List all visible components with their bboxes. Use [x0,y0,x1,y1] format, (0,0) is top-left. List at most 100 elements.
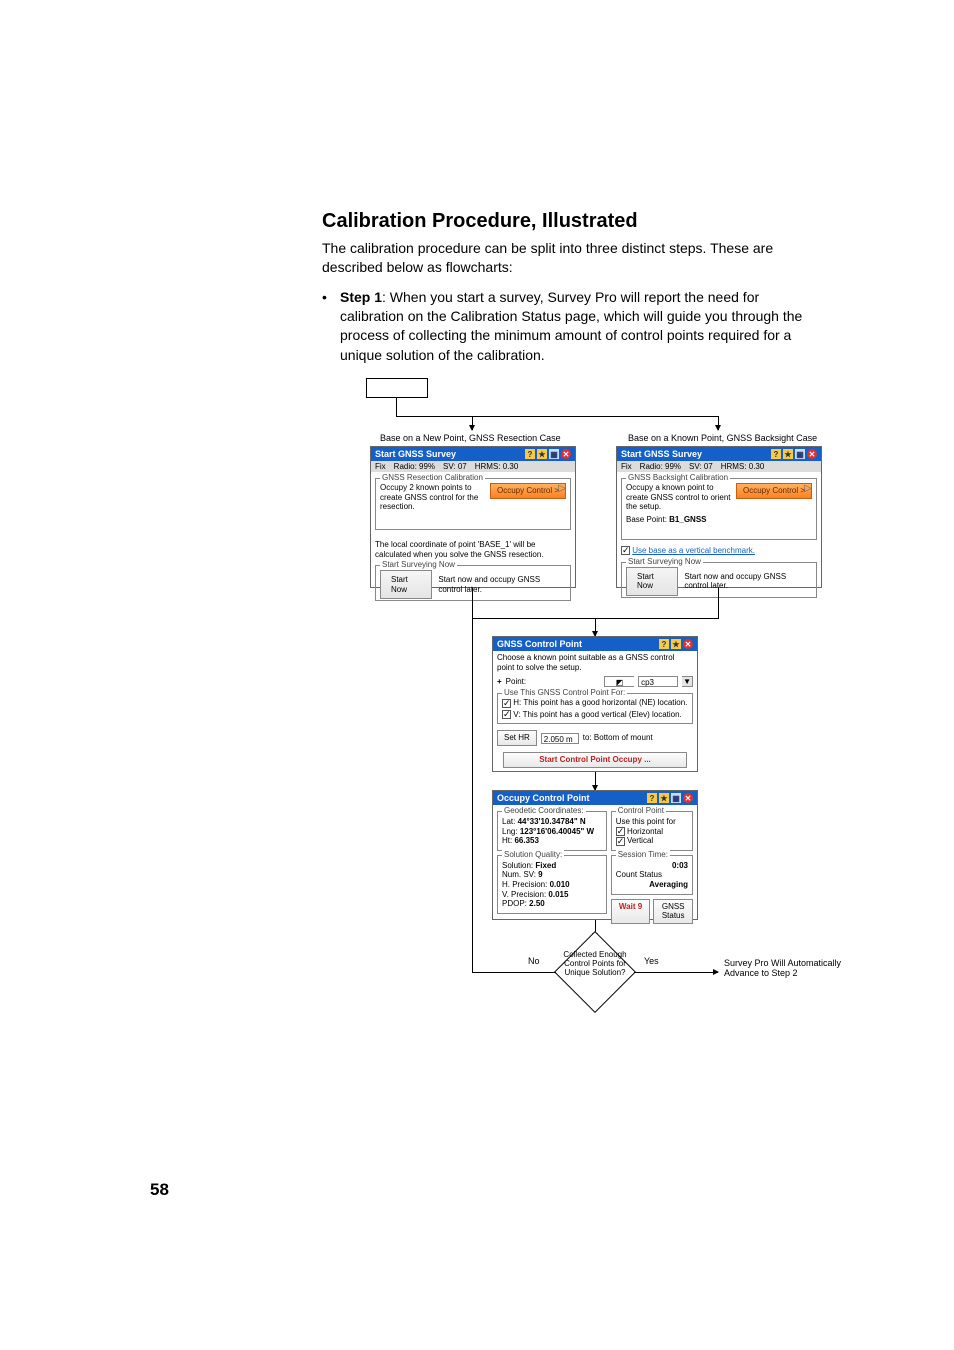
geo-legend: Geodetic Coordinates: [502,806,586,816]
app-c-titlebar: GNSS Control Point ? ★ ✕ [493,637,697,651]
chevron-icon[interactable]: ▷ [804,483,812,495]
vertical-checkbox[interactable] [616,837,625,846]
help-icon[interactable]: ? [647,793,657,803]
connector [472,588,473,618]
connector [718,588,719,618]
wait-button[interactable]: Wait 9 [611,899,651,924]
solution-legend: Solution Quality: [502,850,564,860]
occupy-control-button[interactable]: Occupy Control > [490,483,566,499]
numsv-value: 9 [538,870,542,879]
close-icon[interactable]: ✕ [683,793,693,803]
connector-arrow [634,972,718,973]
diamond-text: Collected Enough Control Points for Uniq… [555,950,635,978]
app-c-intro: Choose a known point suitable as a GNSS … [497,653,693,672]
use-point-for: Use this point for [616,817,688,827]
app-b-window: Start GNSS Survey ? ★ ▦ ✕ Fix Radio: 99%… [616,446,822,588]
hprec-label: H. Precision: [502,880,547,889]
vprec-label: V. Precision: [502,890,546,899]
lng-label: Lng: [502,827,518,836]
ht-value: 66.353 [514,836,538,845]
flowchart: Base on a New Point, GNSS Resection Case… [366,378,854,1008]
app-d-title: Occupy Control Point [497,793,590,803]
step-text: : When you start a survey, Survey Pro wi… [340,289,802,363]
yes-label: Yes [644,956,659,966]
close-icon[interactable]: ✕ [683,639,693,649]
intro-paragraph: The calibration procedure can be split i… [322,239,806,278]
session-legend: Session Time: [616,850,670,860]
star-icon[interactable]: ★ [537,449,547,459]
app-c-title: GNSS Control Point [497,639,582,649]
app-d-titlebar: Occupy Control Point ? ★ ▦ ✕ [493,791,697,805]
base-point-value: B1_GNSS [669,515,706,524]
status-fix: Fix [621,462,632,471]
app-a-title: Start GNSS Survey [375,449,456,459]
map-icon[interactable]: ▦ [549,449,559,459]
app-a-start-note: Start now and occupy GNSS control later. [438,575,566,594]
connector-arrow [472,416,473,430]
app-b-titlebar: Start GNSS Survey ? ★ ▦ ✕ [617,447,821,461]
connector-arrow [718,416,719,430]
app-b-statusbar: Fix Radio: 99% SV: 07 HRMS: 0.30 [617,461,821,472]
gnss-status-button[interactable]: GNSS Status [653,899,693,924]
help-icon[interactable]: ? [771,449,781,459]
connector-arrow [595,618,596,636]
step-label: Step 1 [340,289,382,305]
pdop-label: PDOP: [502,899,527,908]
star-icon[interactable]: ★ [783,449,793,459]
numsv-label: Num. SV: [502,870,536,879]
star-icon[interactable]: ★ [659,793,669,803]
caption-right: Base on a Known Point, GNSS Backsight Ca… [628,433,817,443]
map-icon[interactable]: ▦ [671,793,681,803]
occupy-control-button[interactable]: Occupy Control > [736,483,812,499]
caption-left: Base on a New Point, GNSS Resection Case [380,433,561,443]
use-for-legend: Use This GNSS Control Point For: [502,688,627,698]
v-text: This point has a good vertical (Elev) lo… [523,710,682,719]
ht-label: Ht: [502,836,512,845]
vertical-label: Vertical [627,836,653,845]
pdop-value: 2.50 [529,899,545,908]
hr-input[interactable]: 2.050 m [541,733,579,744]
app-d-window: Occupy Control Point ? ★ ▦ ✕ Geodetic Co… [492,790,698,920]
start-now-button[interactable]: Start Now [626,567,678,596]
h-checkbox[interactable] [502,699,511,708]
base-point-label: Base Point: [626,515,667,524]
star-icon[interactable]: ★ [671,639,681,649]
app-b-start-legend: Start Surveying Now [626,557,703,567]
v-label: V: [513,710,520,719]
use-base-link[interactable]: Use base as a vertical benchmark. [632,546,755,555]
point-input[interactable]: cp3 [638,676,678,687]
horizontal-label: Horizontal [627,827,663,836]
help-icon[interactable]: ? [525,449,535,459]
point-icon-button[interactable]: ◩ [604,676,634,687]
app-b-body-text: Occupy a known point to create GNSS cont… [626,483,732,512]
app-a-titlebar: Start GNSS Survey ? ★ ▦ ✕ [371,447,575,461]
bullet-marker: • [322,288,340,365]
close-icon[interactable]: ✕ [807,449,817,459]
v-checkbox[interactable] [502,710,511,719]
status-hrms: HRMS: 0.30 [721,462,765,471]
use-base-checkbox[interactable] [621,546,630,555]
page-number: 58 [150,1180,169,1200]
map-icon[interactable]: ▦ [795,449,805,459]
set-hr-button[interactable]: Set HR [497,730,537,746]
app-a-body-text: Occupy 2 known points to create GNSS con… [380,483,486,512]
start-now-button[interactable]: Start Now [380,570,432,599]
app-a-group-legend: GNSS Resection Calibration [380,473,485,483]
status-fix: Fix [375,462,386,471]
status-radio: Radio: 99% [640,462,681,471]
point-dropdown[interactable]: ▼ [682,676,693,687]
session-value: 0:03 [616,861,688,871]
status-sv: SV: 07 [689,462,713,471]
connector [472,618,473,972]
start-occupy-button[interactable]: Start Control Point Occupy ... [503,752,687,768]
chevron-icon[interactable]: ▷ [558,483,566,495]
heading: Calibration Procedure, Illustrated [322,210,806,233]
help-icon[interactable]: ? [659,639,669,649]
count-value: Averaging [616,880,688,890]
point-label: Point: [506,677,526,687]
connector [396,398,397,416]
advance-text: Survey Pro Will Automatically Advance to… [724,958,844,978]
app-a-start-legend: Start Surveying Now [380,560,457,570]
close-icon[interactable]: ✕ [561,449,571,459]
connector-arrow [595,772,596,790]
